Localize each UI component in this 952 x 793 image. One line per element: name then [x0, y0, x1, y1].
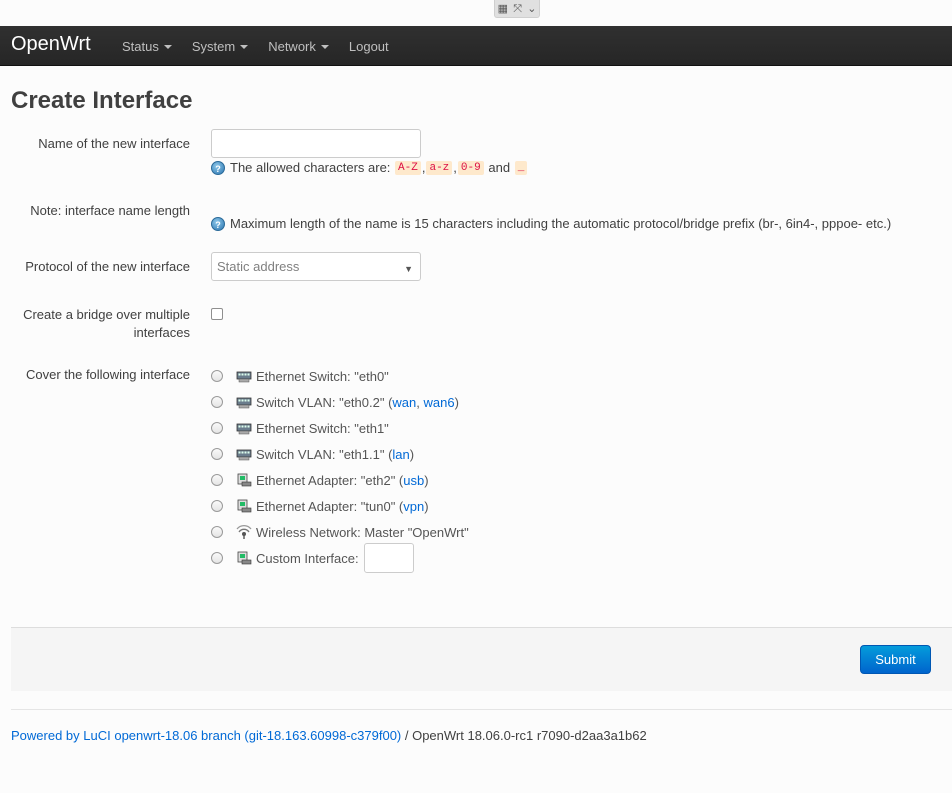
cover-option-label: Switch VLAN: "eth0.2" (: [256, 394, 393, 410]
network-link-vpn[interactable]: vpn: [403, 499, 424, 514]
cover-option-suffix: ): [424, 498, 429, 514]
note-label: Note: interface name length: [30, 203, 190, 218]
switch-vlan-icon: [236, 397, 252, 409]
allowed-chars-digits: 0-9: [457, 160, 484, 175]
help-icon: ?: [211, 160, 225, 175]
interface-name-input[interactable]: [211, 129, 421, 158]
footer: Powered by LuCI openwrt-18.06 branch (gi…: [11, 728, 647, 743]
dropdown-arrow-icon: ▼: [404, 264, 413, 274]
chevron-down-icon: [163, 45, 172, 49]
menu-network-label: Network: [268, 38, 316, 54]
form-actions: Submit: [11, 627, 952, 691]
allowed-chars-lowercase: a-z: [426, 160, 453, 175]
note-hint-text: Maximum length of the name is 15 charact…: [230, 216, 892, 231]
grid-icon: ▦: [497, 2, 508, 15]
note-hint: ? Maximum length of the name is 15 chara…: [211, 216, 891, 231]
cover-option-suffix: ): [454, 394, 459, 410]
menu-logout-label: Logout: [348, 38, 389, 54]
network-link-lan[interactable]: lan: [392, 447, 409, 462]
cover-option-label: Ethernet Switch: "eth0": [256, 368, 389, 384]
protocol-selected-value: Static address: [217, 259, 300, 274]
network-link-usb[interactable]: usb: [403, 473, 424, 488]
name-hint: ? The allowed characters are: A-Z, a-z, …: [211, 160, 528, 175]
name-hint-prefix: The allowed characters are:: [230, 160, 391, 175]
cover-radio[interactable]: [211, 396, 223, 408]
bridge-label-line1: Create a bridge over multiple: [23, 307, 190, 322]
name-label: Name of the new interface: [38, 136, 190, 151]
bridge-checkbox[interactable]: [211, 308, 223, 320]
cover-option-eth1[interactable]: Ethernet Switch: "eth1": [211, 418, 389, 438]
cover-option-label: Switch VLAN: "eth1.1" (: [256, 446, 393, 462]
and-text: and: [488, 160, 511, 175]
cover-option-eth1-1[interactable]: Switch VLAN: "eth1.1" ( lan ): [211, 444, 414, 464]
network-link-wan6[interactable]: wan6: [424, 395, 455, 410]
menu-status[interactable]: Status: [112, 26, 182, 66]
bridge-label-line2: interfaces: [133, 325, 190, 340]
expand-icon: ⤧: [513, 2, 522, 15]
ethernet-switch-icon: [236, 371, 252, 383]
menu-system-label: System: [191, 38, 236, 54]
main-menu: Status System Network Logout: [112, 26, 399, 66]
ethernet-adapter-icon: [237, 499, 252, 513]
protocol-label: Protocol of the new interface: [25, 259, 190, 274]
ethernet-adapter-icon: [237, 473, 252, 487]
cover-option-eth2[interactable]: Ethernet Adapter: "eth2" ( usb ): [211, 470, 429, 490]
cover-option-custom[interactable]: Custom Interface:: [211, 543, 414, 573]
protocol-select[interactable]: Static address ▼: [211, 252, 421, 281]
page-title: Create Interface: [11, 87, 193, 114]
footer-version: / OpenWrt 18.06.0-rc1 r7090-d2aa3a1b62: [401, 728, 647, 743]
cover-radio[interactable]: [211, 526, 223, 538]
switch-vlan-icon: [236, 449, 252, 461]
brand-logo[interactable]: OpenWrt: [11, 33, 91, 56]
wireless-icon: [236, 525, 252, 540]
cover-option-label: Wireless Network: Master "OpenWrt": [256, 524, 469, 540]
cover-option-label: Ethernet Switch: "eth1": [256, 420, 389, 436]
cover-option-label: Custom Interface:: [256, 550, 359, 566]
cover-option-eth0[interactable]: Ethernet Switch: "eth0": [211, 366, 389, 386]
top-navbar: OpenWrt Status System Network Logout: [0, 26, 952, 66]
cover-radio[interactable]: [211, 500, 223, 512]
ethernet-switch-icon: [236, 423, 252, 435]
menu-system[interactable]: System: [182, 26, 258, 66]
custom-interface-input[interactable]: [363, 543, 414, 573]
cover-radio[interactable]: [211, 552, 223, 564]
cover-radio[interactable]: [211, 370, 223, 382]
cover-radio[interactable]: [211, 474, 223, 486]
chevron-down-icon: [320, 45, 329, 49]
bridge-label: Create a bridge over multiple interfaces: [10, 306, 190, 342]
allowed-chars-uppercase: A-Z: [395, 160, 421, 175]
cover-option-suffix: ): [409, 446, 415, 462]
cover-option-wireless[interactable]: Wireless Network: Master "OpenWrt": [211, 522, 469, 542]
cover-radio[interactable]: [211, 448, 223, 460]
help-icon: ?: [211, 216, 225, 231]
submit-button[interactable]: Submit: [860, 645, 931, 674]
allowed-chars-underscore: _: [514, 160, 528, 175]
cover-option-label: Ethernet Adapter: "eth2" (: [256, 472, 404, 488]
menu-status-label: Status: [122, 38, 159, 54]
cover-option-eth0-2[interactable]: Switch VLAN: "eth0.2" ( wan, wan6 ): [211, 392, 459, 412]
luci-link[interactable]: Powered by LuCI openwrt-18.06 branch (gi…: [11, 728, 401, 743]
chevron-down-icon: [240, 45, 249, 49]
cover-option-label: Ethernet Adapter: "tun0" (: [256, 498, 404, 514]
cover-option-suffix: ): [424, 472, 429, 488]
cover-option-tun0[interactable]: Ethernet Adapter: "tun0" ( vpn ): [211, 496, 429, 516]
chevron-down-icon: ⌄: [527, 2, 537, 15]
cover-label: Cover the following interface: [25, 367, 190, 382]
cover-radio[interactable]: [211, 422, 223, 434]
ethernet-adapter-icon: [237, 551, 252, 565]
footer-divider: [11, 709, 952, 710]
menu-network[interactable]: Network: [258, 26, 339, 66]
toolbar-toggle[interactable]: ▦ ⤧ ⌄: [494, 0, 540, 18]
network-link-wan[interactable]: wan: [392, 395, 416, 410]
menu-logout[interactable]: Logout: [339, 26, 399, 66]
